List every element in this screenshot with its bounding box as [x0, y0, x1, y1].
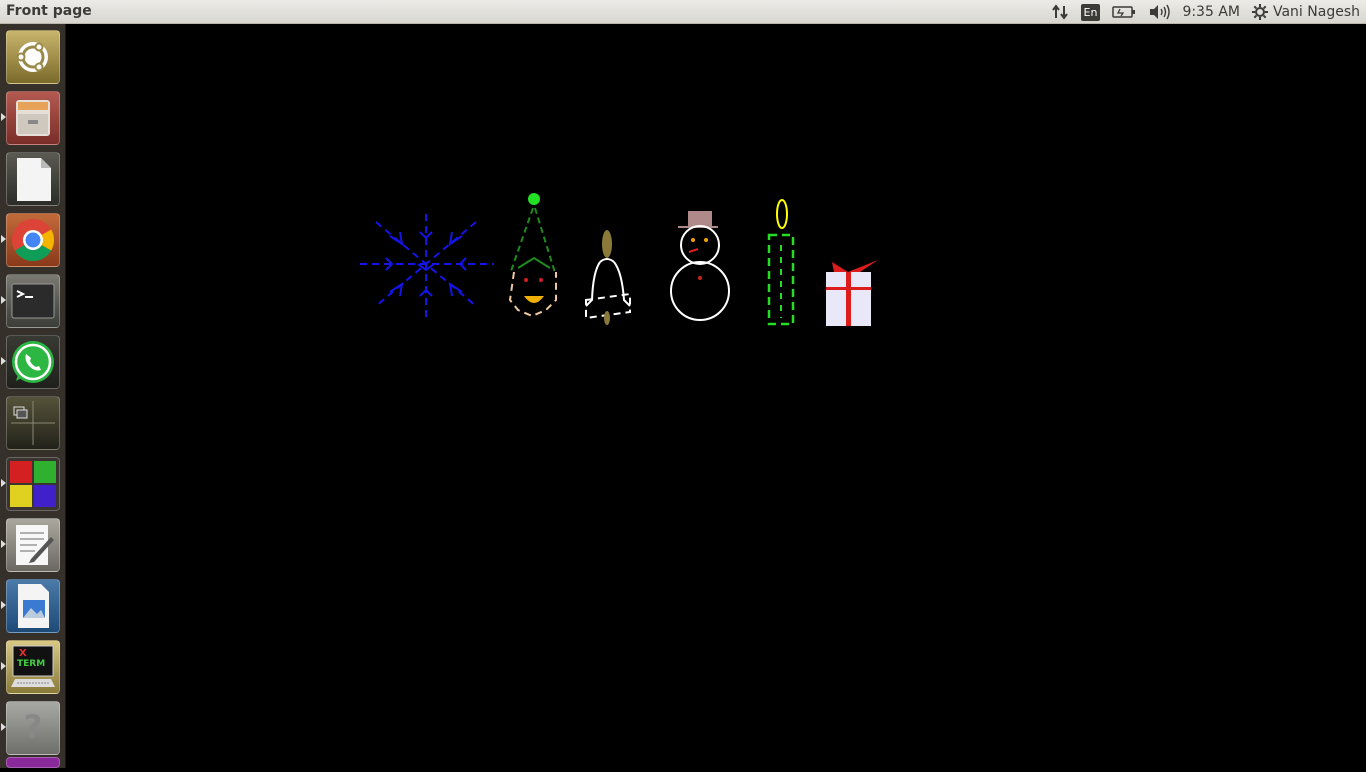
session-gear-icon — [1251, 4, 1268, 20]
top-panel: Front page En 9:35 AM Vani Nagesh — [0, 0, 1366, 24]
text-editor-icon[interactable] — [6, 518, 60, 572]
ubuntu-dash-icon[interactable] — [6, 30, 60, 84]
graphics-canvas — [66, 24, 1366, 768]
keyboard-language-icon[interactable]: En — [1080, 3, 1101, 21]
clock-time[interactable]: 9:35 AM — [1182, 4, 1240, 20]
terminal-icon[interactable] — [6, 274, 60, 328]
christmas-drawing — [360, 193, 878, 326]
bell — [585, 230, 631, 325]
whatsapp-icon[interactable] — [6, 335, 60, 389]
libreoffice-icon[interactable] — [6, 152, 60, 206]
volume-icon[interactable] — [1148, 4, 1171, 20]
help-glyph: ? — [23, 708, 43, 746]
workspace-switcher-icon[interactable] — [6, 396, 60, 450]
indicator-area: En 9:35 AM Vani Nagesh — [1051, 0, 1366, 24]
battery-icon[interactable] — [1112, 5, 1136, 19]
window-title: Front page — [6, 3, 92, 19]
snowman — [670, 211, 730, 321]
session-menu[interactable]: Vani Nagesh — [1251, 4, 1360, 20]
keyboard-language-label: En — [1080, 3, 1101, 21]
network-updown-icon[interactable] — [1051, 4, 1069, 20]
user-name: Vani Nagesh — [1272, 4, 1360, 20]
xterm-label-term: TERM — [17, 659, 46, 669]
image-viewer-icon[interactable] — [6, 579, 60, 633]
christmas-tree — [508, 193, 557, 318]
launcher: X TERM ? — [0, 24, 66, 768]
xterm-icon[interactable]: X TERM — [6, 640, 60, 694]
xterm-label-x: X — [19, 648, 27, 659]
help-icon[interactable]: ? — [6, 701, 60, 755]
candle — [767, 199, 795, 326]
files-icon[interactable] — [6, 91, 60, 145]
gift-box — [826, 260, 878, 326]
cube-app-icon[interactable] — [6, 457, 60, 511]
chrome-icon[interactable] — [6, 213, 60, 267]
snowflake — [360, 214, 494, 318]
launcher-partial-item[interactable] — [6, 757, 60, 768]
